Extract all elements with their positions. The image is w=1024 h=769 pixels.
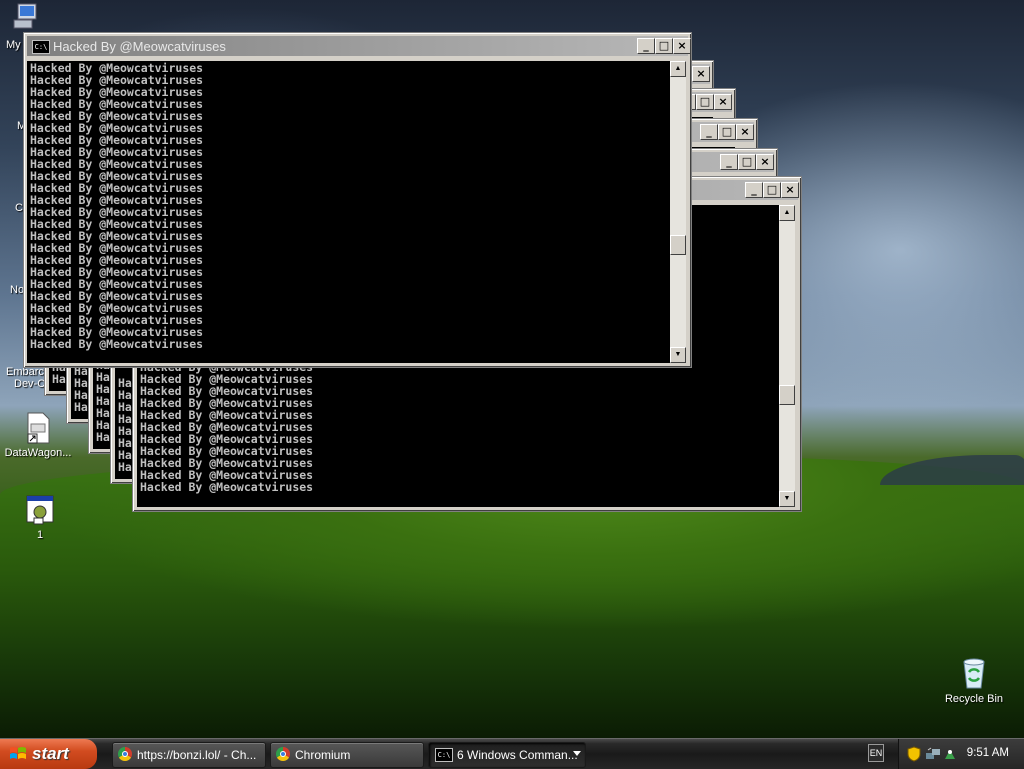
desktop-icon-label: DataWagon... [4, 447, 72, 459]
desktop-icon-datawagon[interactable]: DataWagon... [2, 412, 74, 459]
minimize-button[interactable]: _ [720, 154, 738, 170]
clock[interactable]: 9:51 AM [967, 747, 1009, 759]
minimize-button[interactable]: _ [700, 124, 718, 140]
console-text: Hacked By @Meowcatviruses Hacked By @Meo… [30, 61, 204, 351]
vertical-scrollbar[interactable]: ▲ ▼ [670, 61, 686, 363]
desktop-icon-recycle-bin[interactable]: Recycle Bin [940, 656, 1008, 705]
taskbar-item-label: 6 Windows Comman... [457, 748, 578, 762]
desktop-icon-label-line2: Dev-C [14, 378, 46, 390]
group-dropdown-icon[interactable] [573, 751, 581, 756]
taskbar-item-command-group[interactable]: C:\ 6 Windows Comman... [428, 742, 586, 768]
desktop-icon-embarcadero-devcpp[interactable]: Embarc Dev-C [6, 366, 45, 390]
chromium-icon [276, 747, 290, 761]
scroll-thumb[interactable] [779, 385, 795, 405]
system-tray: 9:51 AM [898, 739, 1024, 769]
scroll-down-button[interactable]: ▼ [779, 491, 795, 507]
partial-label-text: No [10, 284, 25, 296]
wallpaper-mountain [880, 455, 1024, 485]
command-prompt-icon: C:\ [32, 40, 50, 54]
start-label: start [32, 744, 69, 763]
taskbar-item-label: Chromium [295, 748, 351, 762]
maximize-button[interactable]: □ [696, 94, 714, 110]
close-button[interactable]: × [756, 154, 774, 170]
close-button[interactable]: × [714, 94, 732, 110]
desktop-icon-label: Recycle Bin [944, 693, 1004, 705]
maximize-button[interactable]: □ [738, 154, 756, 170]
window-titlebar[interactable]: C:\ Hacked By @Meowcatviruses _ □ × [27, 36, 691, 56]
taskbar-item-chromium[interactable]: Chromium [270, 742, 424, 768]
desktop-icon-program-1[interactable]: 1 [20, 494, 60, 541]
partial-label-text: C [15, 202, 23, 214]
network-icon[interactable] [925, 747, 941, 761]
taskbar-item-bonzi-browser[interactable]: https://bonzi.lol/ - Ch... [112, 742, 266, 768]
vertical-scrollbar[interactable]: ▲ ▼ [779, 205, 795, 507]
application-window-icon [26, 495, 54, 525]
close-button[interactable]: × [673, 38, 691, 54]
scroll-thumb[interactable] [670, 235, 686, 255]
minimize-button[interactable]: _ [637, 38, 655, 54]
scroll-down-button[interactable]: ▼ [670, 347, 686, 363]
computer-icon [13, 3, 37, 29]
desktop-icon-label: 1 [36, 529, 44, 541]
console-window-front[interactable]: C:\ Hacked By @Meowcatviruses _ □ × Hack… [23, 32, 692, 368]
command-prompt-icon: C:\ [435, 748, 453, 762]
close-button[interactable]: × [692, 66, 710, 82]
recycle-bin-icon [963, 658, 985, 689]
scroll-up-button[interactable]: ▲ [779, 205, 795, 221]
minimize-button[interactable]: _ [745, 182, 763, 198]
scroll-up-button[interactable]: ▲ [670, 61, 686, 77]
start-button[interactable]: start [0, 739, 97, 769]
console-text: Hacked By @Meowcatviruses Hacked By @Meo… [140, 361, 314, 494]
chromium-icon [118, 747, 132, 761]
security-shield-icon[interactable] [907, 746, 921, 762]
windows-logo-icon [10, 747, 26, 759]
maximize-button[interactable]: □ [718, 124, 736, 140]
close-button[interactable]: × [781, 182, 799, 198]
window-title: Hacked By @Meowcatviruses [53, 39, 226, 54]
partial-icon-label: No [10, 284, 24, 296]
maximize-button[interactable]: □ [655, 38, 673, 54]
partial-icon-label: C [15, 202, 23, 214]
close-button[interactable]: × [736, 124, 754, 140]
taskbar-item-label: https://bonzi.lol/ - Ch... [137, 748, 257, 762]
shortcut-document-icon [27, 412, 50, 444]
language-indicator[interactable]: EN [868, 744, 884, 762]
maximize-button[interactable]: □ [763, 182, 781, 198]
console-output[interactable]: Hacked By @Meowcatviruses Hacked By @Meo… [27, 61, 670, 363]
safely-remove-icon[interactable] [943, 747, 957, 761]
